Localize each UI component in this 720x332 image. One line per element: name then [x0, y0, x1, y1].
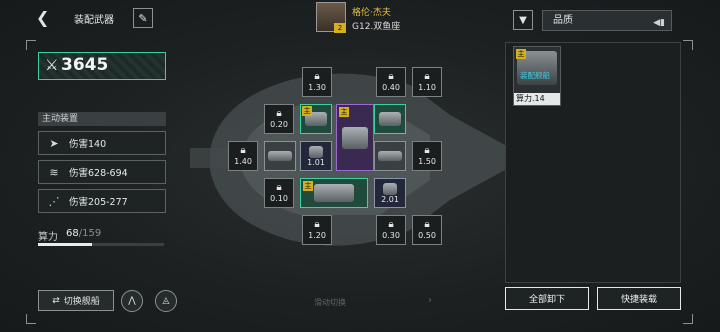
pilot-level-badge: 2: [334, 23, 346, 33]
power-rating-box: ⚔ 3645: [38, 52, 166, 80]
slot-cost: 0.10: [270, 194, 288, 203]
equipped-slot[interactable]: [264, 141, 296, 171]
frame-corner: [683, 40, 693, 50]
slot-cost: 0.30: [382, 231, 400, 240]
lock-icon: 🔒︎: [314, 219, 320, 230]
sort-select[interactable]: 品质 ◀▮: [542, 10, 672, 31]
compute-label: 算力: [38, 232, 58, 243]
compute-value: 68/159: [66, 228, 101, 239]
main-tag: 主: [302, 106, 312, 116]
main-tag: 主: [516, 49, 526, 59]
stat-row[interactable]: ≋ 伤害628-694: [38, 160, 166, 184]
launcher-icon: [309, 145, 323, 158]
switch-ship-label: 切换舰船: [63, 297, 100, 307]
lock-icon: 🔒︎: [424, 219, 430, 230]
compute-bar-fill: [38, 243, 92, 246]
crossed-swords-icon: ⚔: [45, 56, 59, 74]
gun-icon: [378, 151, 402, 161]
back-arrow-icon[interactable]: ❮: [36, 10, 52, 26]
stat-text: 伤害205-277: [69, 197, 128, 208]
compute-bar: [38, 243, 164, 246]
locked-slot[interactable]: 🔒︎ 0.40: [376, 67, 406, 97]
turret-icon: [379, 112, 401, 126]
lock-icon: 🔒︎: [424, 71, 430, 82]
slot-cost: 0.40: [382, 83, 400, 92]
lock-icon: 🔒︎: [240, 145, 246, 156]
main-tag: 主: [339, 107, 349, 117]
missile-icon: ≋: [49, 165, 59, 179]
unload-all-button[interactable]: 全部卸下: [505, 287, 589, 310]
slot-cost: 1.50: [418, 157, 436, 166]
slot-cost: 1.01: [307, 157, 325, 167]
slot-cost: 1.20: [308, 231, 326, 240]
ship-icon: ➤: [49, 136, 59, 150]
launcher-icon: [383, 182, 397, 195]
page-title: 装配武器: [74, 15, 114, 26]
heavy-weapon-icon: [314, 184, 354, 202]
slot-cost: 2.01: [381, 194, 399, 204]
inventory-item[interactable]: 主 装配舰船 算力.14: [513, 46, 561, 106]
frame-corner: [26, 40, 36, 50]
locked-slot[interactable]: 🔒︎ 1.50: [412, 141, 442, 171]
slot-cost: 0.20: [270, 120, 288, 129]
locked-slot[interactable]: 🔒︎ 0.50: [412, 215, 442, 245]
pencil-icon[interactable]: ✎: [133, 8, 153, 28]
lock-icon: 🔒︎: [424, 145, 430, 156]
locked-slot[interactable]: 🔒︎ 0.20: [264, 104, 294, 134]
stat-row[interactable]: ➤ 伤害140: [38, 131, 166, 155]
laser-icon: ⋰: [48, 194, 60, 208]
stat-text: 伤害628-694: [69, 168, 128, 179]
frame-corner: [26, 314, 36, 324]
equipped-slot[interactable]: 1.01: [300, 141, 332, 171]
locked-slot[interactable]: 🔒︎ 1.10: [412, 67, 442, 97]
slot-cost: 1.10: [418, 83, 436, 92]
pilot-name: 格伦·杰夫: [352, 8, 391, 18]
equipped-slot[interactable]: 2.01: [374, 178, 406, 208]
equipped-slot-large[interactable]: 主: [336, 104, 374, 171]
lock-icon: 🔒︎: [388, 219, 394, 230]
equipped-slot[interactable]: 主: [300, 104, 332, 134]
quick-equip-button[interactable]: 快捷装载: [597, 287, 681, 310]
filter-icon[interactable]: ▼: [513, 10, 533, 30]
tech-icon[interactable]: ◬: [155, 290, 177, 312]
sort-label: 品质: [553, 15, 573, 26]
equipped-slot[interactable]: [374, 141, 406, 171]
compute-used: 68: [66, 228, 79, 239]
item-compute: 算力.14: [514, 93, 560, 105]
lock-icon: 🔒︎: [388, 71, 394, 82]
cannon-icon: [342, 126, 368, 149]
locked-slot[interactable]: 🔒︎ 0.10: [264, 178, 294, 208]
stat-text: 伤害140: [69, 139, 107, 150]
power-value: 3645: [61, 55, 109, 75]
stat-row[interactable]: ⋰ 伤害205-277: [38, 189, 166, 213]
pilot-subtitle: G12.双鱼座: [352, 22, 401, 32]
lock-icon: 🔒︎: [276, 108, 282, 119]
equipped-slot[interactable]: [374, 104, 406, 134]
locked-slot[interactable]: 🔒︎ 1.30: [302, 67, 332, 97]
slot-cost: 1.40: [234, 157, 252, 166]
gun-icon: [268, 151, 292, 161]
chevron-right-icon[interactable]: ›: [428, 295, 432, 306]
slide-hint: 滑动切换: [314, 298, 346, 307]
lock-icon: 🔒︎: [314, 71, 320, 82]
equipped-slot-wide[interactable]: 主: [300, 178, 368, 208]
locked-slot[interactable]: 🔒︎ 1.20: [302, 215, 332, 245]
active-devices-header: 主动装置: [38, 112, 166, 126]
lock-icon: 🔒︎: [276, 182, 282, 193]
slot-cost: 1.30: [308, 83, 326, 92]
slot-cost: 0.50: [418, 231, 436, 240]
equipped-badge: 装配舰船: [520, 71, 550, 80]
locked-slot[interactable]: 🔒︎ 1.40: [228, 141, 258, 171]
locked-slot[interactable]: 🔒︎ 0.30: [376, 215, 406, 245]
swap-icon: ⇄: [52, 295, 60, 306]
switch-ship-button[interactable]: ⇄ 切换舰船: [38, 290, 114, 311]
compute-max: /159: [78, 228, 102, 239]
frame-corner: [683, 314, 693, 324]
sort-order-icon[interactable]: ◀▮: [653, 14, 665, 33]
fleet-icon[interactable]: ⋀: [121, 290, 143, 312]
main-tag: 主: [303, 181, 313, 191]
